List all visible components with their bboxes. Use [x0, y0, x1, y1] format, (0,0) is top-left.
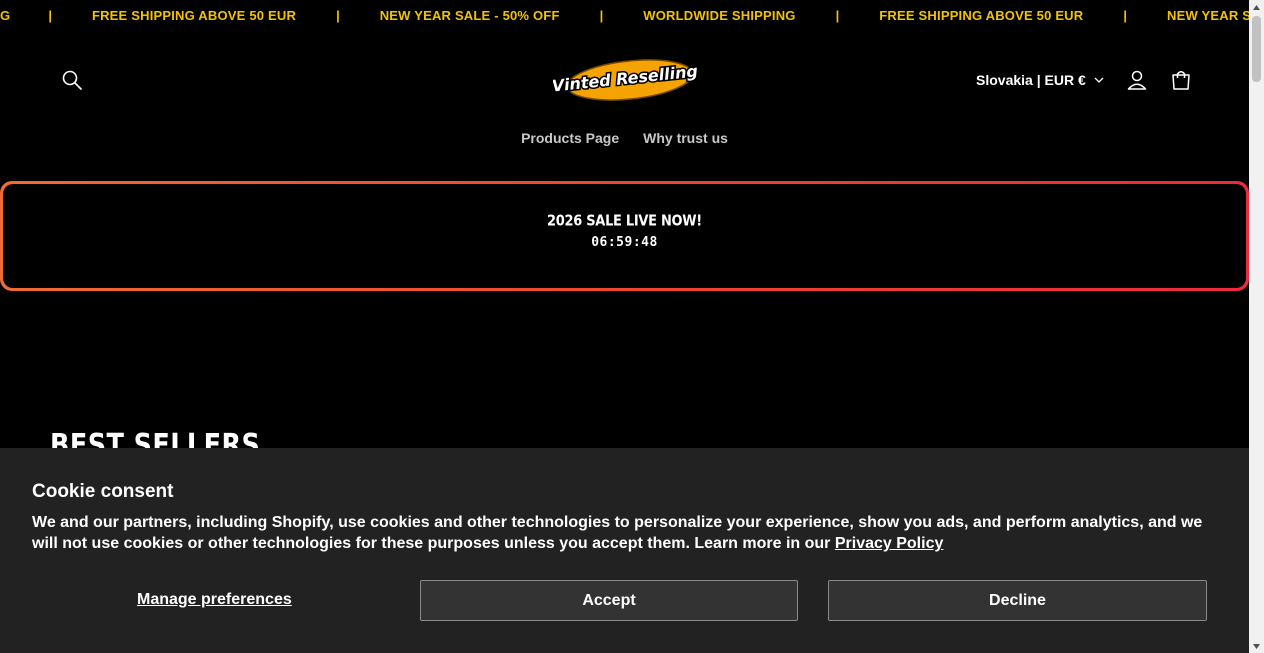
announcement-separator: |: [48, 7, 52, 23]
scrollbar[interactable]: [1249, 0, 1264, 653]
sale-banner-content: 2026 SALE LIVE NOW! 06:59:48: [3, 184, 1246, 288]
chevron-down-icon: [1094, 77, 1104, 83]
cookie-title: Cookie consent: [32, 481, 174, 502]
announcement-separator: |: [835, 7, 840, 23]
announcement-item: FREE SHIPPING ABOVE 50 EUR: [879, 7, 1084, 23]
announcement-item: FREE SHIPPING ABOVE 50 EUR: [91, 7, 297, 23]
country-selector[interactable]: Slovakia | EUR €: [976, 70, 1104, 90]
cookie-consent-banner: Cookie consent We and our partners, incl…: [0, 448, 1249, 653]
account-button[interactable]: [1123, 66, 1151, 94]
scroll-down-arrow[interactable]: [1249, 639, 1264, 653]
decline-button[interactable]: Decline: [828, 580, 1207, 621]
nav-products-page[interactable]: Products Page: [521, 130, 619, 146]
sale-title: 2026 SALE LIVE NOW!: [547, 212, 702, 231]
privacy-policy-link[interactable]: Privacy Policy: [835, 535, 944, 552]
main-nav: Products Page Why trust us: [0, 130, 1249, 146]
nav-why-trust-us[interactable]: Why trust us: [643, 130, 728, 146]
site-logo[interactable]: Vinted Reselling: [549, 56, 700, 102]
scroll-up-arrow[interactable]: [1249, 0, 1264, 14]
logo-image: Vinted Reselling: [549, 59, 700, 101]
manage-preferences-link[interactable]: Manage preferences: [137, 591, 292, 609]
announcement-track: G | FREE SHIPPING ABOVE 50 EUR | NEW YEA…: [0, 0, 1249, 30]
announcement-item: WORLDWIDE SHIPPING: [643, 7, 796, 23]
cart-button[interactable]: [1167, 66, 1195, 94]
countdown-timer: 06:59:48: [591, 235, 658, 250]
announcement-item: NEW YEAR SALE - 50%: [1167, 7, 1249, 23]
announcement-item: G: [0, 7, 11, 23]
scrollbar-thumb[interactable]: [1252, 16, 1261, 82]
search-button[interactable]: [58, 66, 86, 94]
announcement-item: NEW YEAR SALE - 50% OFF: [379, 7, 560, 23]
accept-button[interactable]: Accept: [420, 580, 798, 621]
announcement-separator: |: [336, 7, 340, 23]
search-icon: [62, 70, 82, 90]
cookie-description: We and our partners, including Shopify, …: [32, 512, 1207, 554]
cookie-text: We and our partners, including Shopify, …: [32, 514, 1203, 552]
announcement-bar: G | FREE SHIPPING ABOVE 50 EUR | NEW YEA…: [0, 0, 1249, 30]
announcement-separator: |: [599, 7, 604, 23]
account-icon: [1127, 70, 1147, 90]
cart-icon: [1172, 71, 1190, 90]
announcement-separator: |: [1123, 7, 1128, 23]
site-header: Vinted Reselling Slovakia | EUR € Produc…: [0, 30, 1249, 170]
country-selector-label: Slovakia | EUR €: [976, 72, 1086, 88]
